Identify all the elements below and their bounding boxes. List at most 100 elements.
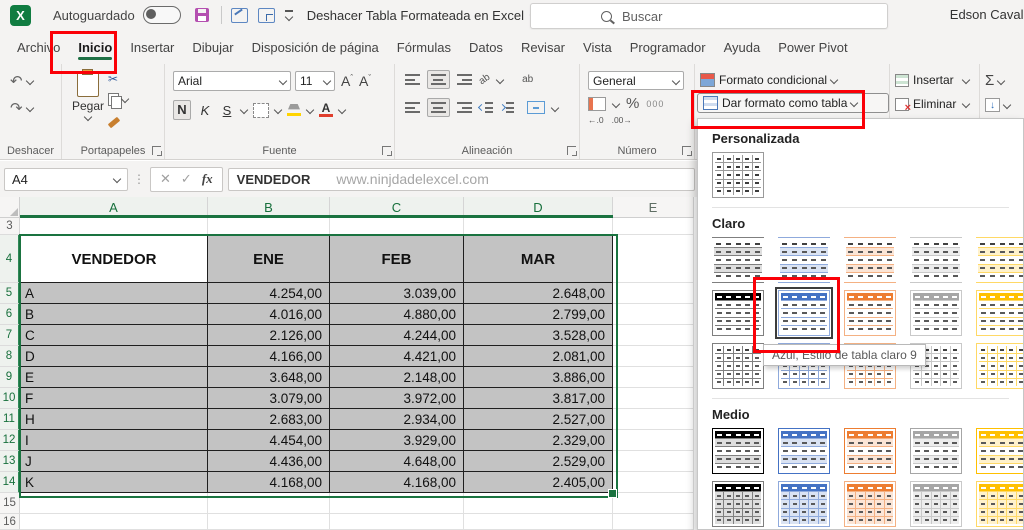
cell[interactable] [613,346,694,367]
tab-disposición-de-página[interactable]: Disposición de página [243,32,388,63]
table-style-thumbnail[interactable] [844,428,896,474]
cell[interactable]: FEB [330,235,464,283]
cell[interactable]: 4.244,00 [330,325,464,346]
row-header-7[interactable]: 7 [0,325,20,346]
cell[interactable] [613,514,694,530]
cell[interactable] [613,367,694,388]
decrease-font-icon[interactable]: Aˇ [359,73,371,89]
table-style-thumbnail[interactable] [976,343,1023,389]
cell[interactable]: 4.168,00 [330,472,464,493]
dialog-launcher-icon[interactable] [382,146,392,156]
cell[interactable] [330,493,464,514]
cell[interactable] [208,493,330,514]
cell[interactable]: H [20,409,208,430]
column-header-D[interactable]: D [464,197,613,218]
table-style-thumbnail[interactable] [844,237,896,283]
cell[interactable]: 3.929,00 [330,430,464,451]
cell[interactable] [330,218,464,235]
tab-insertar[interactable]: Insertar [121,32,183,63]
row-header-11[interactable]: 11 [0,409,20,430]
cell[interactable] [464,218,613,235]
cell[interactable] [613,430,694,451]
table-style-thumbnail[interactable] [778,428,830,474]
cell[interactable]: 3.972,00 [330,388,464,409]
cell[interactable]: A [20,283,208,304]
cell[interactable]: I [20,430,208,451]
row-header-3[interactable]: 3 [0,218,20,235]
cell[interactable]: 3.039,00 [330,283,464,304]
align-middle-icon[interactable] [427,70,450,89]
user-name[interactable]: Edson Cavalc [950,7,1024,22]
cell[interactable] [613,218,694,235]
cell[interactable] [613,325,694,346]
cell[interactable] [613,451,694,472]
table-style-thumbnail[interactable] [712,428,764,474]
cell[interactable] [208,218,330,235]
cell[interactable]: B [20,304,208,325]
table-style-thumbnail[interactable] [844,290,896,336]
cell[interactable]: 3.648,00 [208,367,330,388]
cell[interactable]: 4.454,00 [208,430,330,451]
table-style-thumbnail[interactable] [976,481,1023,527]
cell[interactable]: 4.016,00 [208,304,330,325]
column-header-E[interactable]: E [613,197,694,218]
cell[interactable]: 4.648,00 [330,451,464,472]
comma-style-button[interactable]: 000 [646,99,664,109]
table-style-thumbnail[interactable] [910,481,962,527]
decrease-indent-icon[interactable] [479,102,493,113]
cell[interactable]: 2.527,00 [464,409,613,430]
column-header-A[interactable]: A [20,197,208,218]
cell[interactable]: 2.081,00 [464,346,613,367]
cell[interactable]: 2.126,00 [208,325,330,346]
tab-revisar[interactable]: Revisar [512,32,574,63]
undo-button[interactable]: ↶ [10,72,61,90]
increase-font-icon[interactable]: Aˆ [341,73,353,89]
cut-button[interactable]: ✂ [108,72,128,86]
table-style-thumbnail[interactable] [976,237,1023,283]
quick-print-icon[interactable] [257,7,275,23]
font-name-select[interactable]: Arial [173,71,291,91]
cell[interactable] [613,304,694,325]
borders-icon[interactable] [253,102,269,118]
search-input[interactable]: Buscar [530,3,888,29]
row-header-14[interactable]: 14 [0,472,20,493]
table-style-thumbnail[interactable] [910,290,962,336]
cell[interactable]: 2.934,00 [330,409,464,430]
undo-action-label[interactable]: Deshacer Tabla Formateada en Excel [307,8,524,23]
redo-button[interactable]: ↷ [10,99,61,117]
cell[interactable] [464,514,613,530]
cell[interactable]: 2.799,00 [464,304,613,325]
merge-center-icon[interactable] [527,101,545,114]
cell[interactable]: 3.817,00 [464,388,613,409]
table-style-thumbnail[interactable] [976,428,1023,474]
table-style-thumbnail[interactable] [910,428,962,474]
number-format-select[interactable]: General [588,71,684,90]
paste-button[interactable]: Pegar [72,69,104,122]
insert-cells-button[interactable]: Insertar [890,71,979,89]
autosum-button[interactable]: Σ [980,70,1024,91]
row-header-4[interactable]: 4 [0,235,20,283]
align-right-icon[interactable] [457,102,472,113]
row-header-5[interactable]: 5 [0,283,20,304]
bold-button[interactable]: N [173,100,191,120]
cell[interactable]: C [20,325,208,346]
tab-vista[interactable]: Vista [574,32,621,63]
accounting-format-icon[interactable] [588,96,606,111]
tab-inicio[interactable]: Inicio [69,32,121,63]
cell[interactable]: 4.168,00 [208,472,330,493]
table-style-thumbnail[interactable] [844,481,896,527]
cell[interactable]: MAR [464,235,613,283]
cell[interactable] [613,235,694,283]
tab-fórmulas[interactable]: Fórmulas [388,32,460,63]
table-style-thumbnail[interactable] [778,481,830,527]
cell[interactable] [613,409,694,430]
cell[interactable] [464,493,613,514]
cell[interactable]: 2.683,00 [208,409,330,430]
cell[interactable] [20,493,208,514]
cell[interactable]: J [20,451,208,472]
underline-button[interactable]: S [219,103,235,118]
cell[interactable] [613,283,694,304]
tab-archivo[interactable]: Archivo [8,32,69,63]
cell[interactable] [208,514,330,530]
cell[interactable]: F [20,388,208,409]
